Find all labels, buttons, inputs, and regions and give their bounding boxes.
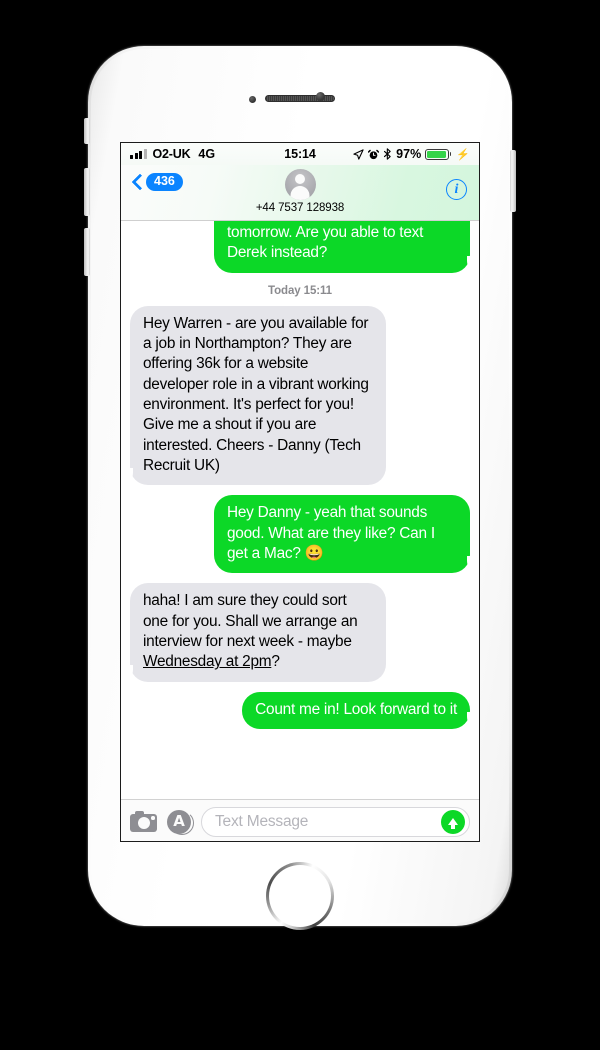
phone-screen: O2-UK 4G 15:14 97% ⚡ 436 +44 7537 128938… <box>120 142 480 842</box>
camera-icon[interactable] <box>130 811 157 832</box>
message-text: haha! I am sure they could sort one for … <box>143 592 358 651</box>
message-text-tail: ? <box>271 653 280 671</box>
message-bubble-sent[interactable]: Hey Danny - yeah that sounds good. What … <box>214 495 476 574</box>
contact-header[interactable]: +44 7537 128938 <box>121 169 479 214</box>
message-row-outgoing: tomorrow. Are you able to text Derek ins… <box>130 221 476 273</box>
message-bubble-received[interactable]: haha! I am sure they could sort one for … <box>124 583 386 683</box>
bluetooth-icon <box>384 148 391 160</box>
message-input-field[interactable]: Text Message <box>201 806 470 837</box>
message-row-outgoing: Hey Danny - yeah that sounds good. What … <box>130 495 476 574</box>
app-store-glyph: A <box>173 812 185 830</box>
message-input-toolbar: A Text Message <box>121 799 479 841</box>
mute-switch[interactable] <box>84 118 90 144</box>
status-bar-right: 97% ⚡ <box>353 147 470 161</box>
date-detector-link[interactable]: Wednesday at 2pm <box>143 653 272 670</box>
info-icon[interactable]: i <box>446 179 467 200</box>
volume-up-button[interactable] <box>84 168 90 216</box>
message-input-placeholder: Text Message <box>215 812 309 830</box>
message-row-incoming: Hey Warren - are you available for a job… <box>124 305 470 486</box>
navigation-bar: 436 +44 7537 128938 i <box>121 165 479 221</box>
message-row-outgoing: Count me in! Look forward to it <box>130 691 476 730</box>
alarm-clock-icon <box>368 149 380 159</box>
status-bar: O2-UK 4G 15:14 97% ⚡ <box>121 143 479 165</box>
location-arrow-icon <box>353 148 364 160</box>
battery-percent-label: 97% <box>396 147 422 161</box>
message-bubble-sent[interactable]: Count me in! Look forward to it <box>242 691 476 730</box>
message-text: Hey Danny - yeah that sounds good. What … <box>227 504 435 562</box>
charging-bolt-icon: ⚡ <box>456 148 470 161</box>
home-button[interactable] <box>266 862 334 930</box>
power-button[interactable] <box>510 150 516 212</box>
conversation-timestamp: Today 15:11 <box>268 284 332 297</box>
message-list[interactable]: tomorrow. Are you able to text Derek ins… <box>121 221 479 799</box>
front-camera-icon <box>316 92 325 101</box>
send-arrow-icon <box>448 818 458 829</box>
grinning-face-emoji-icon: 😀 <box>304 544 324 562</box>
avatar <box>284 169 316 200</box>
contact-name: +44 7537 128938 <box>255 202 345 214</box>
volume-down-button[interactable] <box>84 228 90 276</box>
proximity-sensor-icon <box>249 96 256 103</box>
message-bubble-sent[interactable]: tomorrow. Are you able to text Derek ins… <box>214 221 476 273</box>
message-bubble-received[interactable]: Hey Warren - are you available for a job… <box>124 305 386 486</box>
message-row-incoming: haha! I am sure they could sort one for … <box>124 583 470 683</box>
battery-icon <box>425 148 452 160</box>
send-button[interactable] <box>441 809 465 834</box>
app-store-icon[interactable]: A <box>167 809 194 835</box>
